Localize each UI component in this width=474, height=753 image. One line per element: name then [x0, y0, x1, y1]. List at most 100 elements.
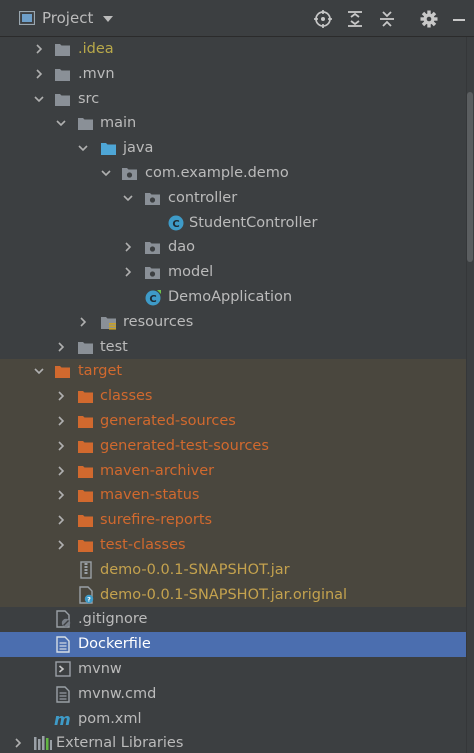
- chevron-right-icon[interactable]: [33, 43, 45, 55]
- chevron-right-icon[interactable]: [55, 514, 67, 526]
- package-icon: [145, 267, 160, 280]
- tree-item-label: .gitignore: [78, 611, 148, 628]
- tree-item-java[interactable]: java: [0, 136, 474, 161]
- chevron-right-icon[interactable]: [55, 489, 67, 501]
- chevron-right-icon[interactable]: [55, 341, 67, 353]
- chevron-down-icon[interactable]: [100, 167, 112, 179]
- jar-icon: [80, 561, 92, 579]
- chevron-right-icon[interactable]: [77, 316, 89, 328]
- chevron-right-icon[interactable]: [55, 440, 67, 452]
- source-folder-icon: [101, 143, 116, 156]
- excluded-folder-icon: [78, 416, 93, 428]
- tree-item-generated-sources[interactable]: generated-sources: [0, 409, 474, 434]
- chevron-down-icon[interactable]: [122, 192, 134, 204]
- tree-item-com-example-demo[interactable]: com.example.demo: [0, 161, 474, 186]
- unknown-file-icon: ?: [79, 585, 94, 604]
- vertical-scrollbar[interactable]: [466, 37, 474, 753]
- tree-item-mvnw[interactable]: mvnw: [0, 657, 474, 682]
- tree-item-idea[interactable]: .idea: [0, 37, 474, 62]
- tree-item-classes[interactable]: classes: [0, 384, 474, 409]
- excluded-folder-icon: [78, 465, 93, 478]
- tree-item-label: generated-sources: [100, 413, 236, 429]
- svg-text:C: C: [149, 294, 156, 305]
- excluded-folder-icon: [78, 440, 93, 453]
- chevron-right-icon[interactable]: [55, 415, 67, 427]
- svg-text:C: C: [172, 219, 179, 230]
- excluded-folder-icon: [78, 490, 93, 503]
- tree-item-label: test: [100, 338, 128, 355]
- chevron-right-icon[interactable]: [55, 465, 67, 477]
- tree-item-surefire-reports[interactable]: surefire-reports: [0, 508, 474, 533]
- tree-item-student-controller[interactable]: C StudentController: [0, 211, 474, 236]
- tree-item-label: mvnw: [78, 661, 122, 677]
- tree-item-pom-xml[interactable]: m pom.xml: [0, 707, 474, 732]
- tree-item-resources[interactable]: resources: [0, 310, 474, 335]
- tree-item-src[interactable]: src: [0, 87, 474, 112]
- locate-file-icon[interactable]: [313, 9, 333, 29]
- tree-item-generated-test-sources[interactable]: generated-test-sources: [0, 433, 474, 459]
- excluded-folder-icon: [55, 366, 70, 379]
- view-dropdown-icon[interactable]: [101, 13, 115, 25]
- svg-text:m: m: [54, 711, 71, 727]
- package-icon: [122, 168, 137, 180]
- svg-text:?: ?: [87, 595, 91, 603]
- tree-item-test-classes[interactable]: test-classes: [0, 533, 474, 558]
- tree-item-label: mvnw.cmd: [78, 685, 157, 702]
- excluded-folder-icon: [78, 391, 93, 404]
- tree-item-snapshot-jar[interactable]: demo-0.0.1-SNAPSHOT.jar: [0, 557, 474, 583]
- tree-item-label: maven-archiver: [100, 462, 215, 479]
- tree-item-maven-archiver[interactable]: maven-archiver: [0, 458, 474, 484]
- chevron-right-icon[interactable]: [122, 266, 134, 278]
- tree-item-snapshot-jar-original[interactable]: ? demo-0.0.1-SNAPSHOT.jar.original: [0, 582, 474, 608]
- chevron-down-icon[interactable]: [33, 93, 45, 105]
- tree-item-label: main: [100, 115, 137, 132]
- tree-item-mvnw-cmd[interactable]: mvnw.cmd: [0, 682, 474, 707]
- resources-folder-icon: [101, 316, 116, 330]
- expand-all-icon[interactable]: [345, 9, 365, 29]
- chevron-down-icon[interactable]: [33, 365, 45, 377]
- tree-item-dockerfile[interactable]: Dockerfile: [0, 632, 474, 657]
- tree-item-label: pom.xml: [78, 710, 142, 727]
- tree-item-label: Dockerfile: [78, 636, 151, 653]
- tree-item-label: test-classes: [100, 537, 186, 553]
- tree-item-main[interactable]: main: [0, 111, 474, 136]
- chevron-right-icon[interactable]: [55, 539, 67, 551]
- hide-panel-icon[interactable]: [449, 9, 469, 29]
- tree-item-gitignore[interactable]: .gitignore: [0, 607, 474, 632]
- tree-item-label: target: [78, 363, 123, 380]
- chevron-right-icon[interactable]: [12, 737, 24, 749]
- tree-item-label: dao: [168, 239, 195, 256]
- tree-item-label: generated-test-sources: [100, 437, 269, 454]
- tree-item-label: maven-status: [100, 487, 200, 504]
- tree-item-maven-status[interactable]: maven-status: [0, 483, 474, 509]
- project-tree: .idea .mvn src main java com.example.dem…: [0, 37, 474, 753]
- tree-item-label: model: [168, 264, 214, 281]
- tree-item-controller[interactable]: controller: [0, 186, 474, 211]
- tree-item-label: surefire-reports: [100, 512, 213, 529]
- tree-item-label: controller: [168, 189, 238, 206]
- chevron-right-icon[interactable]: [122, 241, 134, 253]
- tree-item-mvn[interactable]: .mvn: [0, 62, 474, 87]
- chevron-down-icon[interactable]: [55, 117, 67, 129]
- tree-item-test[interactable]: test: [0, 335, 474, 360]
- chevron-down-icon[interactable]: [77, 142, 89, 154]
- tree-item-external-libraries[interactable]: External Libraries: [0, 731, 474, 753]
- tree-item-label: src: [78, 90, 100, 107]
- package-icon: [145, 242, 160, 255]
- scrollbar-thumb[interactable]: [467, 92, 473, 262]
- collapse-all-icon[interactable]: [377, 9, 397, 29]
- tree-item-model[interactable]: model: [0, 260, 474, 285]
- chevron-right-icon[interactable]: [55, 390, 67, 402]
- shell-script-icon: [55, 661, 71, 677]
- libraries-icon: [34, 736, 52, 751]
- maven-icon: m: [54, 711, 71, 727]
- tree-item-dao[interactable]: dao: [0, 235, 474, 260]
- tree-item-demo-application[interactable]: C DemoApplication: [0, 285, 474, 310]
- tree-item-label: .idea: [78, 41, 114, 57]
- project-tool-window: Project .idea .mvn src main java com.exa…: [0, 0, 474, 753]
- tree-item-label: External Libraries: [56, 735, 184, 752]
- chevron-right-icon[interactable]: [33, 68, 45, 80]
- gear-icon[interactable]: [419, 9, 439, 29]
- tree-item-target[interactable]: target: [0, 359, 474, 385]
- tree-item-label: java: [123, 140, 154, 157]
